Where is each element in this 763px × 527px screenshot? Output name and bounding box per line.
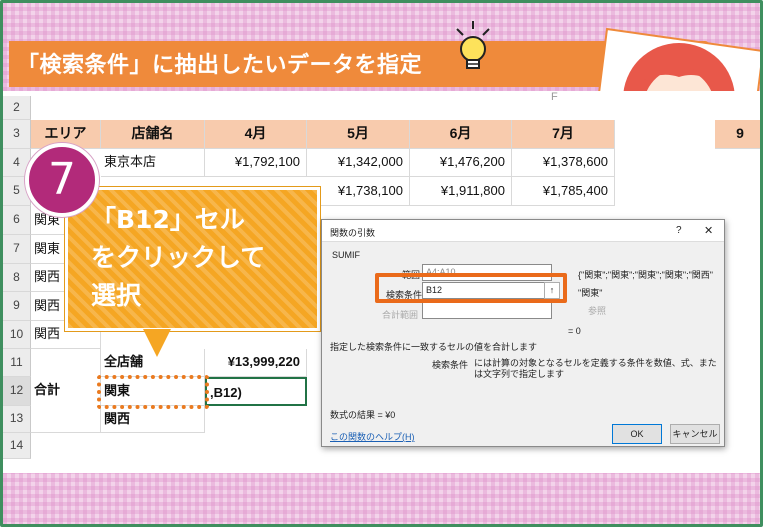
cancel-button[interactable]: キャンセル [670,424,720,444]
merged-total-label[interactable]: 合計 [31,377,101,405]
function-description: 指定した検索条件に一致するセルの値を合計します [330,342,538,352]
equals-result: = 0 [568,326,581,336]
help-icon[interactable]: ? [676,225,682,236]
table-cell[interactable]: 関西 [101,406,205,433]
row-header[interactable]: 13 [3,406,31,433]
table-cell[interactable]: ¥1,792,100 [205,149,307,177]
row-header[interactable]: 7 [3,235,31,264]
table-header-cell[interactable]: 店舗名 [101,120,205,149]
row-header[interactable]: 2 [3,96,31,120]
table-cell[interactable]: ¥1,738,100 [307,177,410,206]
table-cell[interactable]: ¥1,378,600 [512,149,615,177]
table-cell[interactable]: ¥1,342,000 [307,149,410,177]
column-header-f: F [551,91,558,103]
table-cell[interactable]: ¥1,785,400 [512,177,615,206]
range-result: {"関東";"関東";"関東";"関東";"関西" [578,270,713,280]
function-name: SUMIF [332,250,360,260]
table-header-cell[interactable]: 5月 [307,120,410,149]
cell-selection-indicator [97,375,209,409]
lightbulb-icon [456,21,490,69]
sum-range-result: 参照 [588,306,607,316]
sum-range-input[interactable] [422,302,552,319]
table-cell[interactable]: 東京本店 [101,149,205,177]
dialog-title: 関数の引数 [330,228,376,238]
function-arguments-dialog: 関数の引数 ? ✕ SUMIF 範囲 A4:A10 {"関東";"関東";"関東… [321,219,725,447]
arg-help-label: 検索条件 [432,360,469,370]
function-help-link[interactable]: この関数のヘルプ(H) [330,430,415,443]
table-cell[interactable]: ¥1,911,800 [410,177,512,206]
callout-pointer [143,329,171,357]
arg-help-text: には計算の対象となるセルを定義する条件を数値、式、または文字列で指定します [474,358,717,379]
criteria-result: "関東" [578,288,603,298]
callout-text: 「B12」セル をクリックして 選択 [91,205,266,310]
formula-result: 数式の結果 = ¥0 [330,410,396,420]
row-header[interactable]: 9 [3,292,31,321]
table-header-cell[interactable]: 7月 [512,120,615,149]
row-header[interactable]: 11 [3,349,31,377]
row-header[interactable]: 6 [3,206,31,235]
row-header[interactable]: 10 [3,321,31,349]
row-header[interactable]: 8 [3,264,31,292]
table-header-cell[interactable]: 9 [715,120,760,149]
row-header[interactable]: 3 [3,120,31,149]
ok-button[interactable]: OK [612,424,662,444]
formula-cell[interactable]: ,B12) [205,377,307,406]
step-number-badge: 7 [25,143,99,217]
arg-label-sum-range: 合計範囲 [382,310,419,320]
table-header-cell[interactable]: 6月 [410,120,512,149]
close-icon[interactable]: ✕ [704,224,713,237]
table-header-cell[interactable]: 4月 [205,120,307,149]
table-cell[interactable]: ¥13,999,220 [205,349,307,377]
criteria-highlight [375,273,567,303]
dialog-titlebar: 関数の引数 ? ✕ [322,220,724,242]
page-title: 「検索条件」に抽出したいデータを指定 [17,53,423,78]
screenshot-frame: 「検索条件」に抽出したいデータを指定 F 2 3 エリア 店舗名 4月 5月 6… [0,0,763,527]
row-header[interactable]: 12 [3,377,31,406]
footer-banner [3,473,760,524]
table-cell[interactable]: ¥1,476,200 [410,149,512,177]
row-header[interactable]: 14 [3,433,31,459]
